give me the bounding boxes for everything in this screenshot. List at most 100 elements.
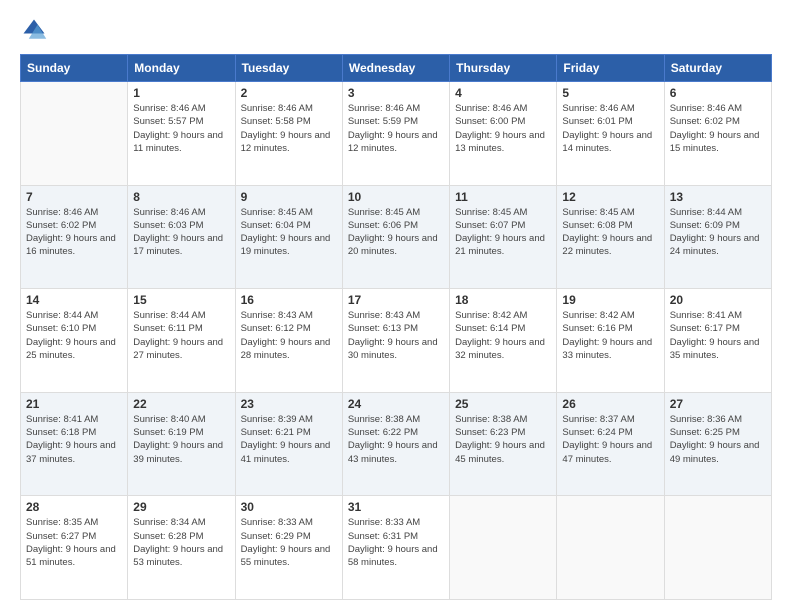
day-info: Sunrise: 8:37 AMSunset: 6:24 PMDaylight:… bbox=[562, 413, 658, 466]
day-info: Sunrise: 8:45 AMSunset: 6:04 PMDaylight:… bbox=[241, 206, 337, 259]
calendar-cell: 31 Sunrise: 8:33 AMSunset: 6:31 PMDayligh… bbox=[342, 496, 449, 600]
calendar-cell: 11 Sunrise: 8:45 AMSunset: 6:07 PMDayligh… bbox=[450, 185, 557, 289]
day-info: Sunrise: 8:43 AMSunset: 6:13 PMDaylight:… bbox=[348, 309, 444, 362]
day-info: Sunrise: 8:42 AMSunset: 6:16 PMDaylight:… bbox=[562, 309, 658, 362]
day-info: Sunrise: 8:46 AMSunset: 6:02 PMDaylight:… bbox=[670, 102, 766, 155]
calendar-cell: 26Sunrise: 8:37 AMSunset: 6:24 PMDayligh… bbox=[557, 392, 664, 496]
day-number: 21 bbox=[26, 397, 122, 411]
calendar-cell: 4 Sunrise: 8:46 AMSunset: 6:00 PMDaylight… bbox=[450, 82, 557, 186]
day-info: Sunrise: 8:33 AMSunset: 6:29 PMDaylight:… bbox=[241, 516, 337, 569]
day-number: 22 bbox=[133, 397, 229, 411]
calendar-cell: 6 Sunrise: 8:46 AMSunset: 6:02 PMDaylight… bbox=[664, 82, 771, 186]
day-info: Sunrise: 8:42 AMSunset: 6:14 PMDaylight:… bbox=[455, 309, 551, 362]
calendar-week-row: 7 Sunrise: 8:46 AMSunset: 6:02 PMDaylight… bbox=[21, 185, 772, 289]
calendar-week-row: 1Sunrise: 8:46 AMSunset: 5:57 PMDaylight… bbox=[21, 82, 772, 186]
day-info: Sunrise: 8:45 AMSunset: 6:06 PMDaylight:… bbox=[348, 206, 444, 259]
day-number: 13 bbox=[670, 190, 766, 204]
day-number: 19 bbox=[562, 293, 658, 307]
calendar-week-row: 21Sunrise: 8:41 AMSunset: 6:18 PMDayligh… bbox=[21, 392, 772, 496]
calendar-cell: 1Sunrise: 8:46 AMSunset: 5:57 PMDaylight… bbox=[128, 82, 235, 186]
day-info: Sunrise: 8:44 AMSunset: 6:11 PMDaylight:… bbox=[133, 309, 229, 362]
day-info: Sunrise: 8:46 AMSunset: 6:03 PMDaylight:… bbox=[133, 206, 229, 259]
calendar-cell: 10 Sunrise: 8:45 AMSunset: 6:06 PMDayligh… bbox=[342, 185, 449, 289]
calendar-cell: 17 Sunrise: 8:43 AMSunset: 6:13 PMDayligh… bbox=[342, 289, 449, 393]
day-number: 7 bbox=[26, 190, 122, 204]
day-number: 31 bbox=[348, 500, 444, 514]
day-number: 16 bbox=[241, 293, 337, 307]
day-number: 17 bbox=[348, 293, 444, 307]
page: SundayMondayTuesdayWednesdayThursdayFrid… bbox=[0, 0, 792, 612]
day-number: 10 bbox=[348, 190, 444, 204]
day-number: 2 bbox=[241, 86, 337, 100]
day-number: 24 bbox=[348, 397, 444, 411]
day-number: 12 bbox=[562, 190, 658, 204]
col-header-saturday: Saturday bbox=[664, 55, 771, 82]
col-header-sunday: Sunday bbox=[21, 55, 128, 82]
day-number: 29 bbox=[133, 500, 229, 514]
day-info: Sunrise: 8:36 AMSunset: 6:25 PMDaylight:… bbox=[670, 413, 766, 466]
day-info: Sunrise: 8:44 AMSunset: 6:10 PMDaylight:… bbox=[26, 309, 122, 362]
day-number: 23 bbox=[241, 397, 337, 411]
calendar-cell bbox=[557, 496, 664, 600]
calendar-cell: 5Sunrise: 8:46 AMSunset: 6:01 PMDaylight… bbox=[557, 82, 664, 186]
day-info: Sunrise: 8:38 AMSunset: 6:22 PMDaylight:… bbox=[348, 413, 444, 466]
col-header-thursday: Thursday bbox=[450, 55, 557, 82]
logo bbox=[20, 16, 52, 44]
calendar-cell: 23Sunrise: 8:39 AMSunset: 6:21 PMDayligh… bbox=[235, 392, 342, 496]
day-number: 27 bbox=[670, 397, 766, 411]
day-info: Sunrise: 8:46 AMSunset: 6:02 PMDaylight:… bbox=[26, 206, 122, 259]
day-info: Sunrise: 8:46 AMSunset: 6:01 PMDaylight:… bbox=[562, 102, 658, 155]
day-number: 3 bbox=[348, 86, 444, 100]
calendar-cell: 27 Sunrise: 8:36 AMSunset: 6:25 PMDayligh… bbox=[664, 392, 771, 496]
calendar-cell: 18 Sunrise: 8:42 AMSunset: 6:14 PMDayligh… bbox=[450, 289, 557, 393]
day-number: 18 bbox=[455, 293, 551, 307]
calendar-cell: 3 Sunrise: 8:46 AMSunset: 5:59 PMDaylight… bbox=[342, 82, 449, 186]
calendar-cell: 12 Sunrise: 8:45 AMSunset: 6:08 PMDayligh… bbox=[557, 185, 664, 289]
day-info: Sunrise: 8:33 AMSunset: 6:31 PMDaylight:… bbox=[348, 516, 444, 569]
calendar-cell: 8 Sunrise: 8:46 AMSunset: 6:03 PMDaylight… bbox=[128, 185, 235, 289]
calendar-cell: 14 Sunrise: 8:44 AMSunset: 6:10 PMDayligh… bbox=[21, 289, 128, 393]
day-info: Sunrise: 8:45 AMSunset: 6:07 PMDaylight:… bbox=[455, 206, 551, 259]
calendar-cell: 21Sunrise: 8:41 AMSunset: 6:18 PMDayligh… bbox=[21, 392, 128, 496]
calendar-week-row: 28 Sunrise: 8:35 AMSunset: 6:27 PMDayligh… bbox=[21, 496, 772, 600]
calendar-week-row: 14 Sunrise: 8:44 AMSunset: 6:10 PMDayligh… bbox=[21, 289, 772, 393]
day-number: 6 bbox=[670, 86, 766, 100]
day-number: 15 bbox=[133, 293, 229, 307]
day-info: Sunrise: 8:46 AMSunset: 6:00 PMDaylight:… bbox=[455, 102, 551, 155]
day-number: 14 bbox=[26, 293, 122, 307]
calendar-cell: 24 Sunrise: 8:38 AMSunset: 6:22 PMDayligh… bbox=[342, 392, 449, 496]
day-info: Sunrise: 8:35 AMSunset: 6:27 PMDaylight:… bbox=[26, 516, 122, 569]
calendar-cell: 16 Sunrise: 8:43 AMSunset: 6:12 PMDayligh… bbox=[235, 289, 342, 393]
day-info: Sunrise: 8:40 AMSunset: 6:19 PMDaylight:… bbox=[133, 413, 229, 466]
calendar-cell: 29 Sunrise: 8:34 AMSunset: 6:28 PMDayligh… bbox=[128, 496, 235, 600]
day-info: Sunrise: 8:46 AMSunset: 5:57 PMDaylight:… bbox=[133, 102, 229, 155]
day-number: 20 bbox=[670, 293, 766, 307]
day-number: 9 bbox=[241, 190, 337, 204]
day-info: Sunrise: 8:45 AMSunset: 6:08 PMDaylight:… bbox=[562, 206, 658, 259]
calendar-cell: 25Sunrise: 8:38 AMSunset: 6:23 PMDayligh… bbox=[450, 392, 557, 496]
calendar-cell: 7 Sunrise: 8:46 AMSunset: 6:02 PMDaylight… bbox=[21, 185, 128, 289]
calendar-cell: 15 Sunrise: 8:44 AMSunset: 6:11 PMDayligh… bbox=[128, 289, 235, 393]
calendar-cell: 30Sunrise: 8:33 AMSunset: 6:29 PMDayligh… bbox=[235, 496, 342, 600]
day-number: 28 bbox=[26, 500, 122, 514]
calendar-cell bbox=[21, 82, 128, 186]
day-number: 25 bbox=[455, 397, 551, 411]
calendar-cell: 9 Sunrise: 8:45 AMSunset: 6:04 PMDaylight… bbox=[235, 185, 342, 289]
day-number: 11 bbox=[455, 190, 551, 204]
day-info: Sunrise: 8:34 AMSunset: 6:28 PMDaylight:… bbox=[133, 516, 229, 569]
day-info: Sunrise: 8:43 AMSunset: 6:12 PMDaylight:… bbox=[241, 309, 337, 362]
day-number: 4 bbox=[455, 86, 551, 100]
calendar-table: SundayMondayTuesdayWednesdayThursdayFrid… bbox=[20, 54, 772, 600]
logo-icon bbox=[20, 16, 48, 44]
calendar-cell: 2 Sunrise: 8:46 AMSunset: 5:58 PMDaylight… bbox=[235, 82, 342, 186]
day-info: Sunrise: 8:41 AMSunset: 6:17 PMDaylight:… bbox=[670, 309, 766, 362]
calendar-cell bbox=[450, 496, 557, 600]
day-info: Sunrise: 8:44 AMSunset: 6:09 PMDaylight:… bbox=[670, 206, 766, 259]
calendar-cell: 20 Sunrise: 8:41 AMSunset: 6:17 PMDayligh… bbox=[664, 289, 771, 393]
day-info: Sunrise: 8:46 AMSunset: 5:58 PMDaylight:… bbox=[241, 102, 337, 155]
calendar-cell: 22 Sunrise: 8:40 AMSunset: 6:19 PMDayligh… bbox=[128, 392, 235, 496]
day-number: 8 bbox=[133, 190, 229, 204]
calendar-header-row: SundayMondayTuesdayWednesdayThursdayFrid… bbox=[21, 55, 772, 82]
col-header-monday: Monday bbox=[128, 55, 235, 82]
day-info: Sunrise: 8:46 AMSunset: 5:59 PMDaylight:… bbox=[348, 102, 444, 155]
